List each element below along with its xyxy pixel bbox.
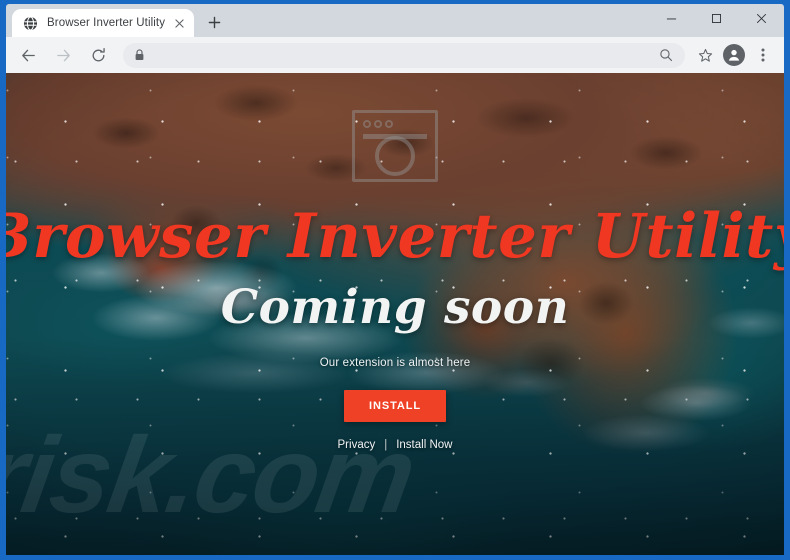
close-button[interactable] <box>739 4 784 33</box>
maximize-button[interactable] <box>694 4 739 33</box>
page-subtitle: Coming soon <box>220 280 570 335</box>
browser-toolbar <box>6 37 784 73</box>
browser-window: Browser Inverter Utility Browser Inverte… <box>0 0 790 560</box>
placeholder-circle <box>375 136 415 176</box>
footer-separator: | <box>384 439 388 451</box>
broken-image-placeholder-icon <box>352 110 438 182</box>
install-now-link[interactable]: Install Now <box>396 439 452 451</box>
bookmark-star-icon[interactable] <box>691 41 719 69</box>
back-button[interactable] <box>14 41 42 69</box>
page-content: Browser Inverter Utility Coming soon Our… <box>6 73 784 555</box>
page-viewport: risk.com Browser Inverter Utility Coming… <box>6 73 784 555</box>
forward-button[interactable] <box>49 41 77 69</box>
address-bar[interactable] <box>123 42 685 68</box>
minimize-button[interactable] <box>649 4 694 33</box>
browser-tab[interactable]: Browser Inverter Utility <box>12 9 194 37</box>
avatar[interactable] <box>723 44 745 66</box>
tab-title: Browser Inverter Utility <box>47 17 166 29</box>
placeholder-dots <box>363 120 393 128</box>
globe-icon <box>23 15 38 31</box>
footer-links: Privacy | Install Now <box>338 439 453 451</box>
lock-icon <box>134 49 145 61</box>
more-menu-icon[interactable] <box>749 41 777 69</box>
page-tagline: Our extension is almost here <box>319 357 471 369</box>
window-controls <box>649 4 784 33</box>
close-icon[interactable] <box>171 15 188 32</box>
tab-strip: Browser Inverter Utility <box>6 4 784 37</box>
privacy-link[interactable]: Privacy <box>338 439 376 451</box>
new-tab-button[interactable] <box>201 9 227 35</box>
install-button[interactable]: INSTALL <box>344 390 446 422</box>
page-title: Browser Inverter Utility <box>6 201 784 272</box>
search-icon[interactable] <box>659 48 673 62</box>
reload-button[interactable] <box>84 41 112 69</box>
